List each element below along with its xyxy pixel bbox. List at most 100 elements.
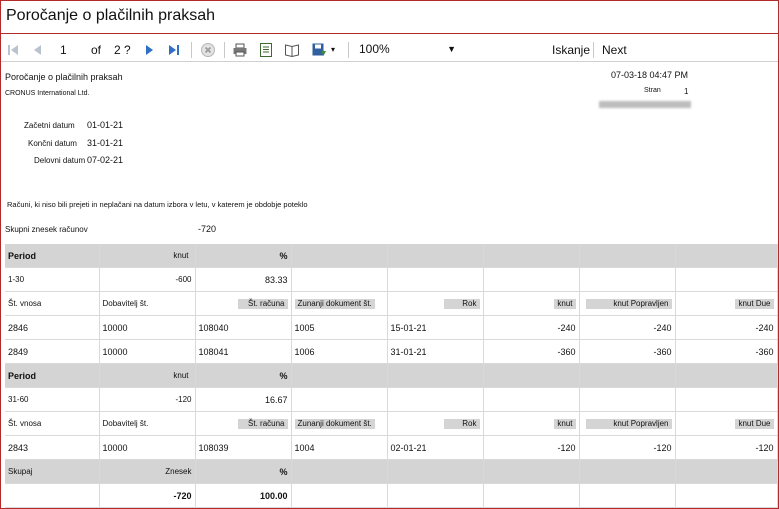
total-invoices-value: -720: [198, 224, 217, 234]
vendor-no-header: Dobavitelj št.: [99, 291, 196, 316]
toolbar-separator: [191, 42, 192, 58]
export-icon[interactable]: [311, 42, 327, 58]
export-dropdown-arrow[interactable]: ▾: [331, 41, 335, 59]
payment-practices-table: Period knut % 1-30 -600 83.33 Št. vnosa …: [5, 244, 778, 508]
report-toolbar: 1 of 2 ? ▾ 100% ▼ Iskanje Next: [1, 39, 778, 62]
total-invoices-label: Skupni znesek računov: [5, 225, 88, 234]
period-amount: -120: [99, 387, 196, 412]
ext-doc-no-header: Zunanji dokument št.: [294, 298, 375, 309]
current-page-input[interactable]: 1: [60, 41, 67, 59]
next-page-icon[interactable]: [141, 42, 157, 58]
due-header: Rok: [443, 418, 480, 429]
amount-corrected: -360: [579, 339, 676, 364]
detail-header-row: Št. vnosa Dobavitelj št. Št. računa Zuna…: [5, 411, 778, 436]
period-percent: 16.67: [195, 387, 292, 412]
totals-row: -720 100.00: [5, 483, 778, 508]
invoice-no: 108040: [195, 315, 292, 340]
vendor-no: 10000: [99, 315, 196, 340]
knut-corrected-header: knut Popravljen: [585, 298, 672, 309]
chevron-down-icon: ▼: [447, 44, 456, 54]
period-percent: 83.33: [195, 267, 292, 292]
zoom-value: 100%: [359, 42, 390, 56]
table-row: 2846 10000 108040 1005 15-01-21 -240 -24…: [5, 315, 778, 340]
work-date-value: 07-02-21: [87, 155, 124, 165]
due-date: 15-01-21: [387, 315, 484, 340]
amount-due: -240: [675, 315, 778, 340]
page-number: 1: [684, 87, 689, 96]
ext-doc-no-header: Zunanji dokument št.: [294, 418, 375, 429]
knut-header: knut: [554, 418, 576, 429]
find-next-link[interactable]: Next: [602, 41, 627, 59]
due-header: Rok: [443, 298, 480, 309]
detail-header-row: Št. vnosa Dobavitelj št. Št. računa Zuna…: [5, 291, 778, 316]
print-layout-icon[interactable]: [258, 42, 274, 58]
amount-due: -360: [675, 339, 778, 364]
percent-header: %: [195, 363, 292, 388]
amount: -360: [483, 339, 580, 364]
period-header-row: Period knut %: [5, 363, 778, 388]
toolbar-separator: [593, 42, 594, 58]
last-page-icon[interactable]: [166, 42, 182, 58]
zoom-select[interactable]: 100% ▼: [359, 40, 459, 58]
title-bar: Poročanje o plačilnih praksah: [1, 1, 778, 34]
period-header: Period: [5, 363, 100, 388]
period-value: 31-60: [5, 387, 100, 412]
find-link[interactable]: Iskanje: [552, 41, 590, 59]
period-header-row: Period knut %: [5, 244, 778, 268]
entry-no: 2843: [5, 435, 100, 460]
toolbar-separator: [224, 42, 225, 58]
find-text-input[interactable]: [477, 40, 543, 60]
vendor-no: 10000: [99, 435, 196, 460]
ext-doc-no: 1005: [291, 315, 388, 340]
first-page-icon[interactable]: [5, 42, 21, 58]
amount-corrected: -240: [579, 315, 676, 340]
totals-amount-label: Znesek: [99, 459, 196, 484]
totals-amount: -720: [99, 483, 196, 508]
start-date-value: 01-01-21: [87, 120, 124, 130]
knut-header: knut: [170, 250, 192, 261]
totals-percent-label: %: [195, 459, 292, 484]
entry-no-header: Št. vnosa: [5, 291, 100, 316]
knut-corrected-header: knut Popravljen: [585, 418, 672, 429]
period-value: 1-30: [5, 267, 100, 292]
page-total-label: 2 ?: [114, 43, 131, 57]
ext-doc-no: 1004: [291, 435, 388, 460]
page-label: Stran: [644, 87, 661, 94]
table-row: 2849 10000 108041 1006 31-01-21 -360 -36…: [5, 339, 778, 364]
invoice-no: 108041: [195, 339, 292, 364]
totals-header-row: Skupaj Znesek %: [5, 459, 778, 484]
report-page: Poročanje o plačilnih praksah CRONUS Int…: [1, 63, 778, 508]
redacted-text: [599, 101, 691, 108]
stop-icon[interactable]: [200, 42, 216, 58]
entry-no: 2849: [5, 339, 100, 364]
invoice-no: 108039: [195, 435, 292, 460]
company-name: CRONUS International Ltd.: [5, 90, 90, 97]
entry-no: 2846: [5, 315, 100, 340]
percent-header: %: [195, 244, 292, 268]
period-row: 1-30 -600 83.33: [5, 267, 778, 292]
amount: -240: [483, 315, 580, 340]
totals-label: Skupaj: [5, 459, 100, 484]
previous-page-icon[interactable]: [30, 42, 46, 58]
knut-due-header: knut Due: [735, 298, 774, 309]
ext-doc-no: 1006: [291, 339, 388, 364]
report-viewer-window: Poročanje o plačilnih praksah 1 of 2 ? ▾…: [0, 0, 779, 509]
start-date-label: Začetni datum: [24, 121, 75, 130]
invoice-no-header: Št. računa: [237, 298, 288, 309]
amount: -120: [483, 435, 580, 460]
page-setup-icon[interactable]: [284, 42, 300, 58]
period-header: Period: [5, 244, 100, 268]
report-datetime: 07-03-18 04:47 PM: [611, 70, 689, 80]
vendor-no-header: Dobavitelj št.: [99, 411, 196, 436]
end-date-label: Končni datum: [28, 139, 77, 148]
period-row: 31-60 -120 16.67: [5, 387, 778, 412]
knut-header: knut: [554, 298, 576, 309]
knut-header: knut: [170, 370, 192, 381]
report-description: Računi, ki niso bili prejeti in neplačan…: [7, 200, 308, 209]
toolbar-separator: [348, 42, 349, 58]
due-date: 02-01-21: [387, 435, 484, 460]
amount-due: -120: [675, 435, 778, 460]
invoice-no-header: Št. računa: [237, 418, 288, 429]
print-icon[interactable]: [232, 42, 248, 58]
vendor-no: 10000: [99, 339, 196, 364]
